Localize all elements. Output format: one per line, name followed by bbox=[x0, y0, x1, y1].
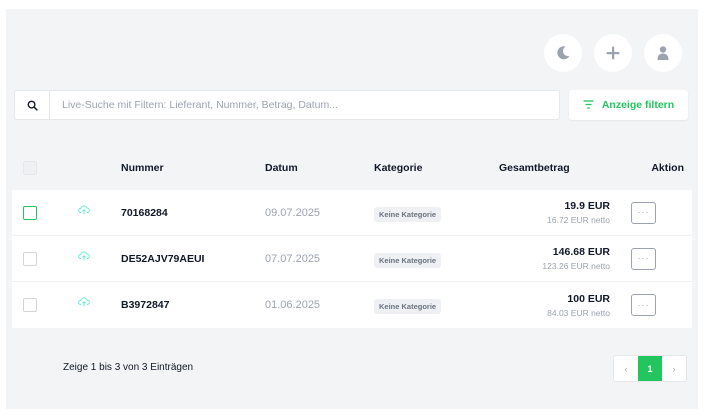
gross-amount: 19.9 EUR bbox=[564, 200, 610, 212]
page-1-button[interactable]: 1 bbox=[638, 356, 662, 381]
search-input[interactable] bbox=[50, 91, 559, 119]
search-icon bbox=[27, 100, 38, 111]
table-row[interactable]: DE52AJV79AEUI 07.07.2025 Keine Kategorie… bbox=[12, 236, 692, 282]
invoice-date: 07.07.2025 bbox=[265, 252, 321, 265]
total-cell: 146.68 EUR 123.26 EUR netto bbox=[542, 246, 610, 271]
net-amount: 16.72 EUR netto bbox=[547, 215, 610, 225]
select-all-checkbox[interactable] bbox=[23, 161, 37, 175]
table-row[interactable]: B3972847 01.06.2025 Keine Kategorie 100 … bbox=[12, 282, 692, 328]
table-header: Nummer Datum Kategorie Gesamtbetrag Akti… bbox=[12, 146, 692, 190]
invoice-table: Nummer Datum Kategorie Gesamtbetrag Akti… bbox=[12, 146, 692, 328]
moon-icon bbox=[557, 46, 570, 60]
category-cell: Keine Kategorie bbox=[374, 296, 442, 314]
entries-summary: Zeige 1 bis 3 von 3 Einträgen bbox=[63, 362, 194, 373]
filter-button[interactable]: Anzeige filtern bbox=[569, 90, 688, 120]
header-number: Nummer bbox=[121, 162, 164, 174]
main-panel: Anzeige filtern Nummer Datum Kategorie G… bbox=[6, 9, 698, 409]
search-icon-box bbox=[15, 91, 50, 119]
category-badge[interactable]: Keine Kategorie bbox=[374, 252, 442, 268]
invoice-date: 09.07.2025 bbox=[265, 206, 321, 219]
category-badge[interactable]: Keine Kategorie bbox=[374, 299, 442, 314]
prev-page-button[interactable]: ‹ bbox=[614, 356, 638, 381]
net-amount: 84.03 EUR netto bbox=[547, 307, 610, 318]
category-cell: Keine Kategorie bbox=[374, 250, 442, 268]
action-menu-button[interactable]: ··· bbox=[631, 294, 656, 316]
net-amount: 123.26 EUR netto bbox=[542, 261, 610, 271]
invoice-date: 01.06.2025 bbox=[265, 299, 321, 311]
header-total: Gesamtbetrag bbox=[499, 162, 570, 174]
category-cell: Keine Kategorie bbox=[374, 204, 442, 222]
add-button[interactable] bbox=[594, 34, 632, 72]
gross-amount: 146.68 EUR bbox=[552, 246, 610, 258]
total-cell: 100 EUR 84.03 EUR netto bbox=[547, 293, 610, 318]
table-row[interactable]: 70168284 09.07.2025 Keine Kategorie 19.9… bbox=[12, 190, 692, 236]
next-page-button[interactable]: › bbox=[662, 356, 686, 381]
header-action: Aktion bbox=[651, 162, 684, 174]
invoice-number: DE52AJV79AEUI bbox=[121, 252, 205, 265]
gross-amount: 100 EUR bbox=[567, 292, 610, 305]
invoice-number: 70168284 bbox=[121, 206, 168, 219]
invoice-number: B3972847 bbox=[121, 299, 170, 311]
plus-icon bbox=[606, 46, 620, 60]
row-checkbox[interactable] bbox=[23, 298, 37, 312]
filter-icon bbox=[583, 100, 594, 109]
user-icon bbox=[657, 46, 669, 60]
top-actions bbox=[544, 34, 682, 72]
cloud-upload-icon bbox=[78, 205, 90, 215]
category-badge[interactable]: Keine Kategorie bbox=[374, 206, 442, 222]
total-cell: 19.9 EUR 16.72 EUR netto bbox=[547, 200, 610, 225]
cloud-upload-icon bbox=[78, 297, 90, 307]
filter-label: Anzeige filtern bbox=[601, 99, 675, 111]
header-date: Datum bbox=[265, 162, 298, 174]
dark-mode-button[interactable] bbox=[544, 34, 582, 72]
row-checkbox[interactable] bbox=[23, 205, 37, 220]
search-bar bbox=[14, 90, 560, 120]
pagination: ‹ 1 › bbox=[613, 355, 687, 382]
header-category: Kategorie bbox=[374, 162, 423, 174]
action-menu-button[interactable]: ··· bbox=[631, 201, 656, 224]
cloud-upload-icon bbox=[78, 251, 90, 261]
row-checkbox[interactable] bbox=[23, 251, 37, 266]
user-button[interactable] bbox=[644, 34, 682, 72]
action-menu-button[interactable]: ··· bbox=[631, 247, 656, 270]
